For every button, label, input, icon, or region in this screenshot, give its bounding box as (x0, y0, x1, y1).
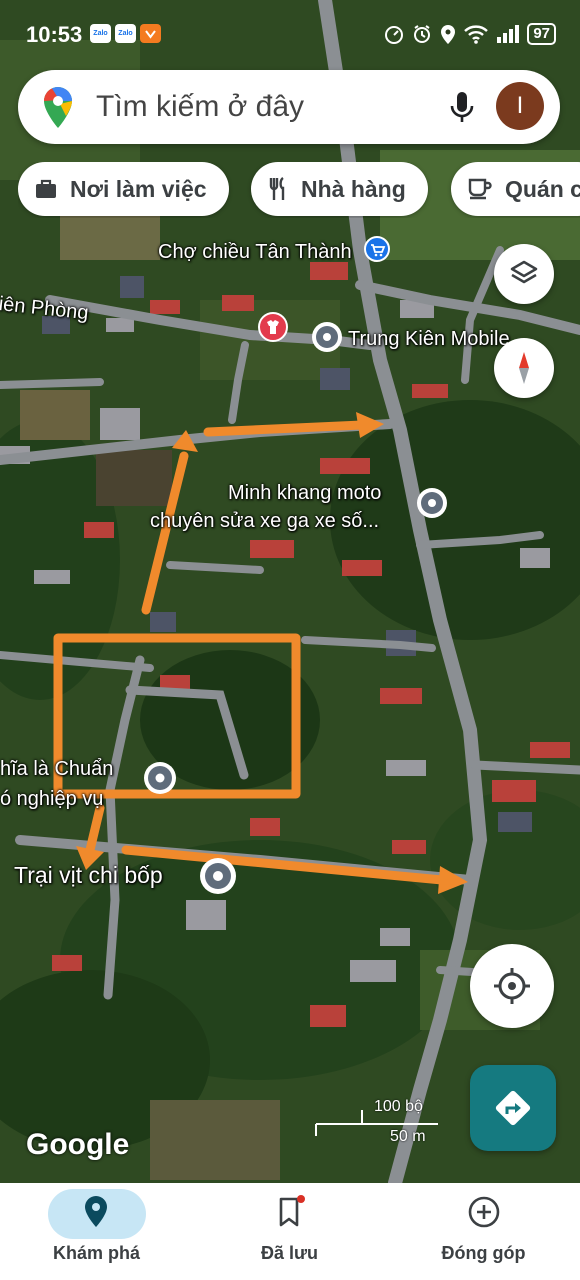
nav-explore-label: Khám phá (52, 1243, 140, 1263)
chip-workplace[interactable]: Nơi làm việc (18, 162, 229, 216)
microphone-icon[interactable] (448, 90, 476, 131)
place-pin-icon[interactable] (142, 760, 178, 801)
scale-bar: 100 bộ 50 m (314, 1096, 438, 1148)
chip-restaurants[interactable]: Nhà hàng (251, 162, 428, 216)
battery-level: 97 (527, 23, 556, 45)
status-icons: 97 (383, 20, 556, 48)
scale-imperial: 100 bộ (374, 1098, 423, 1115)
annotation-arrowhead-right-top (356, 412, 384, 438)
wifi-icon (464, 25, 489, 44)
map-label-minh-khang[interactable]: Minh khang moto (228, 482, 381, 505)
crosshair-icon (494, 968, 530, 1004)
tshirt-icon[interactable] (258, 312, 288, 347)
place-pin-icon[interactable] (415, 486, 449, 525)
shield-app-icon (140, 24, 161, 43)
compass-button[interactable] (494, 338, 554, 398)
zalo-notification-icon: Zalo (115, 24, 136, 43)
layers-icon (510, 260, 538, 284)
layers-button[interactable] (494, 244, 554, 304)
google-attribution: Google (26, 1128, 130, 1161)
map-label-left-poi-desc: ó nghiệp vụ (0, 788, 104, 810)
explore-pin-icon (85, 1196, 107, 1227)
annotation-arrow-down (85, 803, 105, 855)
scale-metric: 50 m (390, 1128, 426, 1145)
place-pin-icon[interactable] (198, 856, 238, 901)
nav-contribute[interactable]: Đóng góp (387, 1183, 580, 1280)
avatar[interactable]: I (496, 82, 544, 130)
briefcase-icon (36, 179, 56, 198)
directions-button[interactable] (470, 1065, 556, 1151)
alarm-icon (414, 25, 431, 43)
nav-saved-label: Đã lưu (260, 1243, 319, 1263)
annotation-arrowhead-right-bottom (438, 866, 468, 894)
annotation-arrow-up (141, 451, 189, 615)
nav-saved[interactable]: Đã lưu (193, 1183, 386, 1280)
chip-label: Quán c (505, 175, 580, 202)
annotation-arrow-right-top (203, 420, 367, 437)
location-icon (441, 25, 456, 44)
search-input[interactable]: Tìm kiếm ở đây (96, 90, 304, 124)
my-location-button[interactable] (470, 944, 554, 1028)
google-maps-pin-icon (40, 84, 76, 135)
shopping-cart-icon[interactable] (364, 236, 390, 267)
zalo-notification-icon: Zalo (90, 24, 111, 43)
nav-explore[interactable]: Khám phá (0, 1183, 193, 1280)
nav-contribute-label: Đóng góp (441, 1243, 526, 1263)
status-bar: 10:53 Zalo Zalo 97 (0, 0, 580, 66)
directions-icon (495, 1090, 531, 1126)
search-bar[interactable]: Tìm kiếm ở đây I (18, 70, 560, 144)
restaurant-icon (269, 177, 285, 200)
signal-icon (497, 25, 520, 43)
map-label-trung-kien[interactable]: Trung Kiên Mobile (348, 328, 510, 351)
chip-label: Nhà hàng (301, 175, 406, 202)
place-pin-icon[interactable] (310, 320, 344, 359)
chip-coffee[interactable]: Quán c (451, 162, 580, 216)
map-label-trai-vit[interactable]: Trại vịt chi bốp (14, 862, 163, 889)
map-label-minh-khang-desc: chuyên sửa xe ga xe số... (150, 510, 380, 532)
map-label-left-poi[interactable]: hĩa là Chuẩn (0, 758, 113, 781)
compass-icon (519, 352, 529, 384)
category-chips: Nơi làm việc Nhà hàng Quán c (18, 162, 580, 218)
speed-icon (385, 26, 404, 44)
contribute-plus-icon (468, 1196, 500, 1228)
chip-label: Nơi làm việc (70, 175, 207, 202)
bottom-navigation: Khám phá Đã lưu Đóng góp (0, 1183, 580, 1280)
saved-bookmark-icon (279, 1195, 305, 1227)
annotation-arrow-right-bottom (121, 845, 447, 885)
map-label-market[interactable]: Chợ chiều Tân Thành (158, 241, 352, 264)
coffee-icon (468, 178, 492, 200)
annotation-arrowhead-up (172, 430, 198, 452)
status-time: 10:53 (26, 22, 83, 47)
